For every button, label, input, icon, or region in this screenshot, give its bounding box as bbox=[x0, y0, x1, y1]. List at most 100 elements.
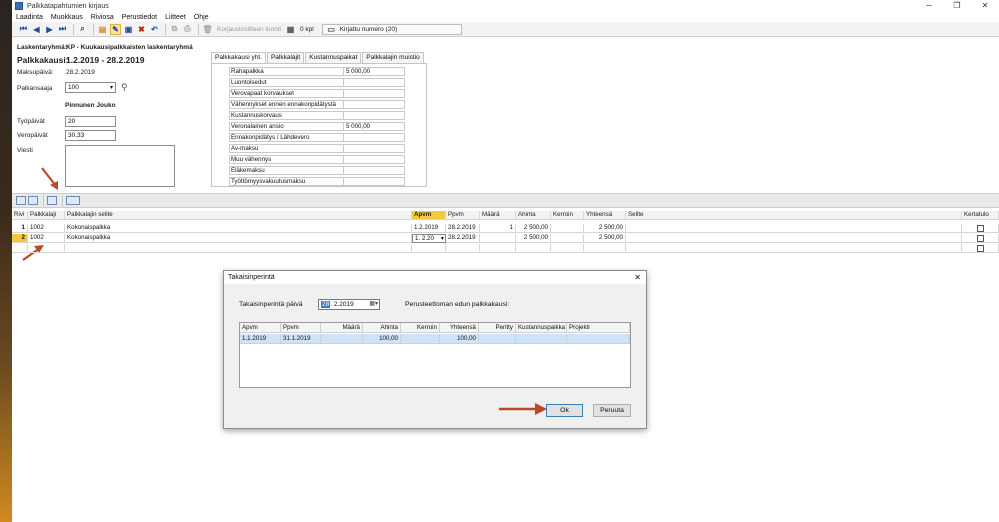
dcell-ahinta[interactable]: 100,00 bbox=[363, 334, 401, 344]
dcell-yhteensa[interactable]: 100,00 bbox=[440, 334, 479, 344]
workdays-input[interactable]: 20 bbox=[65, 116, 116, 127]
menu-liitteet[interactable]: Liitteet bbox=[165, 14, 186, 21]
first-record-icon[interactable]: ⏮ bbox=[18, 24, 29, 35]
columns-menu-icon[interactable] bbox=[66, 196, 80, 205]
cell-kertatulo[interactable] bbox=[962, 234, 999, 243]
dcol-yhteensa: Yhteensä bbox=[440, 323, 479, 333]
kertatulo-checkbox[interactable] bbox=[976, 244, 984, 252]
cell-palkkalaji[interactable]: 1002 bbox=[28, 234, 65, 243]
cell-yhteensa[interactable]: 2 500,00 bbox=[584, 224, 626, 233]
cell-palkkalaji[interactable] bbox=[28, 244, 65, 253]
search-payee-icon[interactable]: ⚲ bbox=[121, 82, 128, 93]
cell-selite2[interactable] bbox=[626, 234, 962, 243]
menu-muokkaus[interactable]: Muokkaus bbox=[51, 14, 83, 21]
maximize-button[interactable]: ❐ bbox=[943, 0, 971, 12]
attachment-icon[interactable]: ▦ bbox=[285, 24, 296, 35]
cell-yhteensa[interactable]: 2 500,00 bbox=[584, 234, 626, 243]
kertatulo-checkbox[interactable] bbox=[976, 234, 984, 242]
dcell-projekti[interactable] bbox=[567, 334, 630, 344]
dcell-peritty[interactable] bbox=[479, 334, 516, 344]
cell-ppvm[interactable]: 28.2.2019 bbox=[446, 224, 480, 233]
new-document-icon[interactable]: ▤ bbox=[97, 24, 108, 35]
cell-selite[interactable]: Kokonaispalkka bbox=[65, 234, 412, 243]
cell-ahinta[interactable]: 2 500,00 bbox=[516, 224, 551, 233]
cell-ppvm[interactable]: 28.2.2019 bbox=[446, 234, 480, 243]
cell-ahinta[interactable]: 2 500,00 bbox=[516, 234, 551, 243]
tab-cost-centers[interactable]: Kustannuspaikat bbox=[305, 52, 362, 63]
cell-apvm[interactable] bbox=[412, 244, 446, 253]
delete-icon[interactable]: ✖ bbox=[136, 24, 147, 35]
cell-ppvm[interactable] bbox=[446, 244, 480, 253]
col-kertatulo[interactable]: Kertatulo bbox=[962, 211, 999, 220]
recovery-icon[interactable] bbox=[47, 196, 57, 205]
summary-row: Ennakonpidätys / Lähdevero bbox=[229, 133, 405, 142]
cell-selite2[interactable] bbox=[626, 224, 962, 233]
dialog-close-icon[interactable]: ✕ bbox=[634, 271, 641, 284]
recovery-grid-row[interactable]: 1.1.2019 31.1.2019 100,00 100,00 bbox=[240, 334, 630, 344]
calendar-icon[interactable]: ▦▾ bbox=[369, 300, 378, 309]
delete-row-icon[interactable] bbox=[28, 196, 38, 205]
dcol-peritty: Peritty bbox=[479, 323, 516, 333]
col-selite2[interactable]: Selite bbox=[626, 211, 962, 220]
cell-yhteensa[interactable] bbox=[584, 244, 626, 253]
summary-row: Eläkemaksu bbox=[229, 166, 405, 175]
save-icon[interactable]: ▣ bbox=[123, 24, 134, 35]
cell-maara[interactable] bbox=[480, 234, 516, 243]
cell-kerroin[interactable] bbox=[551, 234, 584, 243]
table-row[interactable] bbox=[12, 244, 999, 253]
tab-period-total[interactable]: Palkkakausi yht. bbox=[211, 52, 266, 63]
col-ahinta[interactable]: Ahinta bbox=[516, 211, 551, 220]
menu-laadinta[interactable]: Laadinta bbox=[16, 14, 43, 21]
payee-select[interactable]: 100 ▾ bbox=[65, 82, 116, 93]
tab-pay-type-memo[interactable]: Palkkalajin muistio bbox=[362, 52, 424, 63]
dcell-apvm[interactable]: 1.1.2019 bbox=[240, 334, 281, 344]
table-row[interactable]: 1 1002 Kokonaispalkka 1.2.2019 28.2.2019… bbox=[12, 224, 999, 233]
taxdays-input[interactable]: 30,33 bbox=[65, 130, 116, 141]
menu-riviosa[interactable]: Riviosa bbox=[91, 14, 114, 21]
cell-selite2[interactable] bbox=[626, 244, 962, 253]
previous-record-icon[interactable]: ◀ bbox=[31, 24, 42, 35]
dcell-maara[interactable] bbox=[321, 334, 363, 344]
cell-apvm[interactable]: 1.2.2019 bbox=[412, 224, 446, 233]
cell-palkkalaji[interactable]: 1002 bbox=[28, 224, 65, 233]
col-yhteensa[interactable]: Yhteensä bbox=[584, 211, 626, 220]
add-row-icon[interactable] bbox=[16, 196, 26, 205]
cell-apvm-editor[interactable]: 1. 2.20 ▾ bbox=[412, 234, 446, 243]
col-kerroin[interactable]: Kerroin bbox=[551, 211, 584, 220]
tab-pay-types[interactable]: Palkkalajit bbox=[266, 52, 305, 63]
close-window-button[interactable]: ✕ bbox=[971, 0, 999, 12]
cell-kerroin[interactable] bbox=[551, 224, 584, 233]
cell-maara[interactable] bbox=[480, 244, 516, 253]
cell-kertatulo[interactable] bbox=[962, 244, 999, 253]
dcell-kerroin[interactable] bbox=[401, 334, 440, 344]
ok-button[interactable]: Ok bbox=[546, 404, 583, 417]
dcell-kustannuspaikka[interactable] bbox=[516, 334, 567, 344]
last-record-icon[interactable]: ⏭ bbox=[57, 24, 68, 35]
minimize-button[interactable]: ─ bbox=[915, 0, 943, 12]
cell-kerroin[interactable] bbox=[551, 244, 584, 253]
cell-selite[interactable] bbox=[65, 244, 412, 253]
toolbar-divider bbox=[43, 195, 44, 206]
payee-select-value: 100 bbox=[68, 84, 79, 91]
edit-icon[interactable]: ✎ bbox=[110, 23, 121, 35]
search-icon[interactable]: ⌕ bbox=[77, 24, 88, 35]
menu-ohje[interactable]: Ohje bbox=[194, 14, 209, 21]
next-record-icon[interactable]: ▶ bbox=[44, 24, 55, 35]
menu-perustiedot[interactable]: Perustiedot bbox=[122, 14, 157, 21]
col-apvm[interactable]: Apvm bbox=[412, 211, 446, 220]
cell-kertatulo[interactable] bbox=[962, 224, 999, 233]
dcell-ppvm[interactable]: 31.1.2019 bbox=[281, 334, 321, 344]
col-ppvm[interactable]: Ppvm bbox=[446, 211, 480, 220]
desktop-edge bbox=[0, 0, 12, 522]
message-textarea[interactable] bbox=[65, 145, 175, 187]
cell-maara[interactable]: 1 bbox=[480, 224, 516, 233]
table-row[interactable]: 2 1002 Kokonaispalkka 1. 2.20 ▾ 28.2.2019… bbox=[12, 234, 999, 243]
col-maara[interactable]: Määrä bbox=[480, 211, 516, 220]
cancel-button[interactable]: Peruuta bbox=[593, 404, 631, 417]
attachment-count: 0 kpl bbox=[299, 25, 314, 33]
recovery-date-input[interactable]: 28. 2.2019 ▦▾ bbox=[318, 299, 380, 310]
cell-ahinta[interactable] bbox=[516, 244, 551, 253]
kertatulo-checkbox[interactable] bbox=[976, 224, 984, 232]
cell-selite[interactable]: Kokonaispalkka bbox=[65, 224, 412, 233]
undo-icon[interactable]: ↶ bbox=[149, 24, 160, 35]
